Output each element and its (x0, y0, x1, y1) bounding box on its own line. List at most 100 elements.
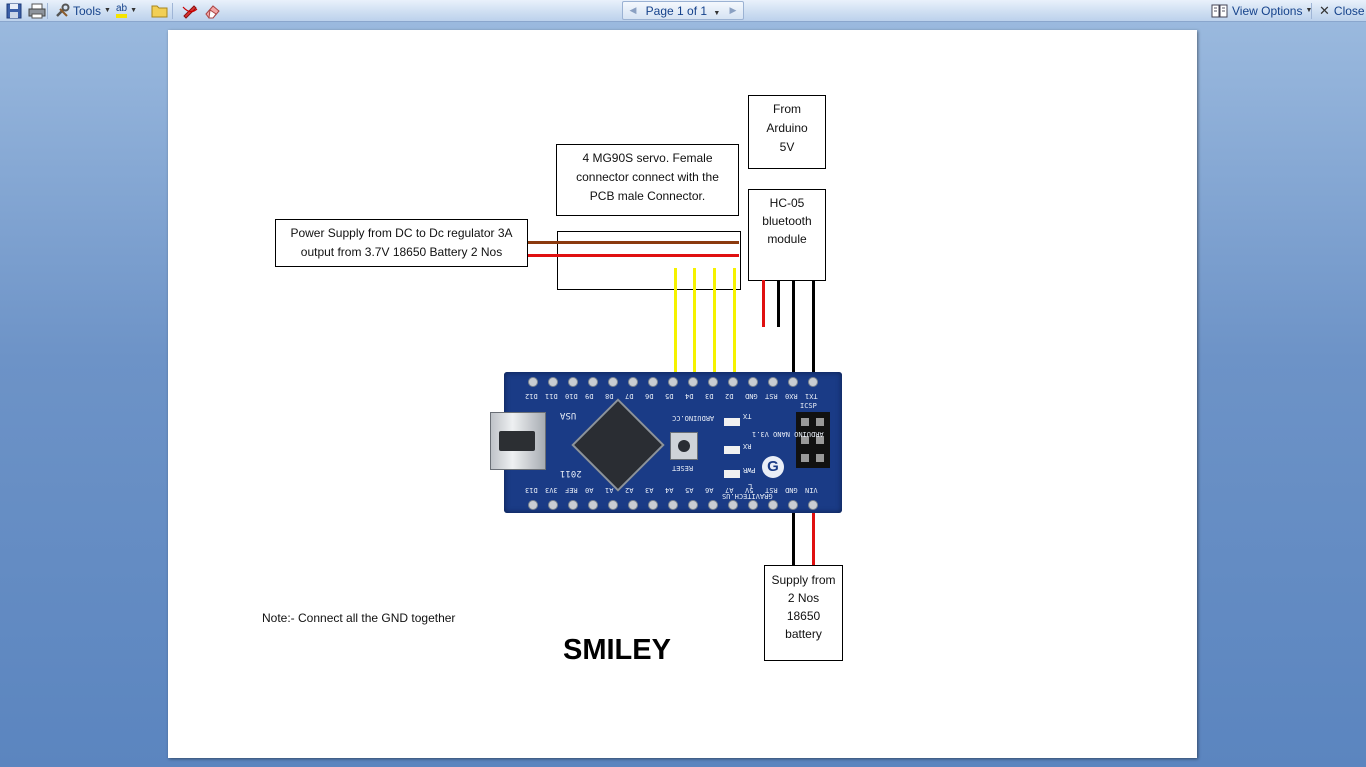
red-power-wire (528, 254, 739, 257)
top-pin-label: TX1 (805, 392, 818, 400)
bottom-pin-a3 (648, 500, 658, 510)
reset-button (670, 432, 698, 460)
page-title: SMILEY (563, 634, 671, 666)
icsp-header (796, 412, 830, 468)
top-pin-d11 (548, 377, 558, 387)
text-highlight-button[interactable]: ab ▼ (113, 1, 140, 20)
bottom-pin-label: A3 (645, 486, 654, 494)
bottom-pin-vin (808, 500, 818, 510)
print-button[interactable] (25, 1, 49, 20)
bottom-pin-label: A6 (705, 486, 714, 494)
top-pin-label: D10 (565, 392, 578, 400)
bottom-pin-a4 (668, 500, 678, 510)
folder-button[interactable] (148, 1, 171, 20)
close-icon: ✕ (1319, 2, 1330, 18)
silk-rx: RX (743, 442, 752, 450)
previous-page-button[interactable]: ◀ (623, 5, 643, 16)
close-button[interactable]: ✕ Close (1316, 1, 1366, 20)
top-pin-d2 (728, 377, 738, 387)
hc05-vcc-wire (762, 280, 765, 327)
top-pin-label: GND (745, 392, 758, 400)
bottom-pin-a5 (688, 500, 698, 510)
tools-label: Tools (73, 3, 102, 18)
bottom-pin-a1 (608, 500, 618, 510)
hc05-gnd-wire (777, 280, 780, 327)
servo-signal-wire-1 (674, 268, 677, 376)
top-pin-label: D8 (605, 392, 614, 400)
top-pin-d4 (688, 377, 698, 387)
track-changes-button[interactable] (178, 1, 202, 20)
from-arduino-box: From Arduino 5V (748, 95, 826, 169)
servo-signal-wire-3 (713, 268, 716, 376)
top-pin-d7 (628, 377, 638, 387)
bottom-pin-ref (568, 500, 578, 510)
close-label: Close (1333, 3, 1365, 18)
silk-icsp: ICSP (800, 402, 817, 410)
top-pin-tx1 (808, 377, 818, 387)
next-page-button[interactable]: ▶ (723, 5, 743, 16)
bottom-pin-a2 (628, 500, 638, 510)
servo-signal-wire-4 (733, 268, 736, 376)
top-pin-label: RX0 (785, 392, 798, 400)
silk-brand: ARDUINO.CC (672, 414, 715, 422)
bottom-pin-rst (768, 500, 778, 510)
save-button[interactable] (3, 1, 25, 20)
top-pin-label: D4 (685, 392, 694, 400)
top-pin-label: D11 (545, 392, 558, 400)
silk-tx: TX (743, 412, 752, 420)
gravitech-logo: G (762, 456, 784, 478)
bottom-pin-label: A0 (585, 486, 594, 494)
silk-l: L (748, 482, 753, 490)
top-pin-label: D2 (725, 392, 734, 400)
top-pin-label: RST (765, 392, 778, 400)
bottom-pin-a7 (728, 500, 738, 510)
top-pin-d12 (528, 377, 538, 387)
silk-usa: USA (560, 410, 577, 420)
bottom-pin-label: VIN (805, 486, 818, 494)
tools-menu-button[interactable]: Tools ▼ (51, 1, 114, 20)
view-options-icon (1211, 4, 1228, 17)
hc05-tx-wire (812, 280, 815, 377)
top-pin-d5 (668, 377, 678, 387)
hc05-module-box: HC-05 bluetooth module (748, 189, 826, 281)
gnd-note: Note:- Connect all the GND together (262, 611, 456, 625)
silk-year: 2011 (560, 468, 582, 478)
reading-toolbar: Tools ▼ ab ▼ ◀ Page 1 of 1 ▼ ▶ View Opti… (0, 0, 1366, 22)
bottom-pin-label: A5 (685, 486, 694, 494)
printer-icon (28, 3, 46, 18)
bottom-pin-label: GND (785, 486, 798, 494)
power-supply-box: Power Supply from DC to Dc regulator 3A … (275, 219, 528, 267)
document-page: 4 MG90S servo. Female connector connect … (168, 30, 1197, 758)
top-pin-d6 (648, 377, 658, 387)
chevron-down-icon: ▼ (104, 7, 111, 14)
eraser-button[interactable] (201, 1, 225, 20)
top-pin-label: D12 (525, 392, 538, 400)
bottom-pin-gnd (788, 500, 798, 510)
top-pin-d9 (588, 377, 598, 387)
bottom-pin-label: 3V3 (545, 486, 558, 494)
top-pin-label: D9 (585, 392, 594, 400)
brown-power-wire (528, 241, 739, 244)
chevron-down-icon: ▼ (130, 7, 138, 14)
silk-pwr: PWR (743, 466, 756, 474)
chevron-down-icon: ▼ (713, 9, 721, 17)
bottom-pin-d13 (528, 500, 538, 510)
top-pin-label: D3 (705, 392, 714, 400)
top-pin-gnd (748, 377, 758, 387)
bottom-pin-label: D13 (525, 486, 538, 494)
bottom-pin-label: REF (565, 486, 578, 494)
bottom-pin-label: A2 (625, 486, 634, 494)
power-supply-text: Power Supply from DC to Dc regulator 3A … (290, 226, 513, 259)
bottom-pin-a6 (708, 500, 718, 510)
bottom-pin-label: A4 (665, 486, 674, 494)
page-navigator: ◀ Page 1 of 1 ▼ ▶ (622, 1, 744, 20)
arduino-nano-board: D12 D11 D10 D9 D8 D7 D6 D5 D4 D3 D2 GND RST RX0 TX1 D1… (490, 370, 842, 515)
usb-connector (490, 412, 546, 470)
spell-check-icon: ab (116, 3, 128, 18)
page-indicator-dropdown[interactable]: Page 1 of 1 ▼ (643, 4, 723, 18)
silk-reset: RESET (672, 464, 694, 472)
top-pin-d8 (608, 377, 618, 387)
view-options-button[interactable]: View Options ▼ (1208, 1, 1315, 20)
eraser-icon (205, 4, 220, 18)
page-label: Page 1 of 1 (645, 3, 708, 18)
